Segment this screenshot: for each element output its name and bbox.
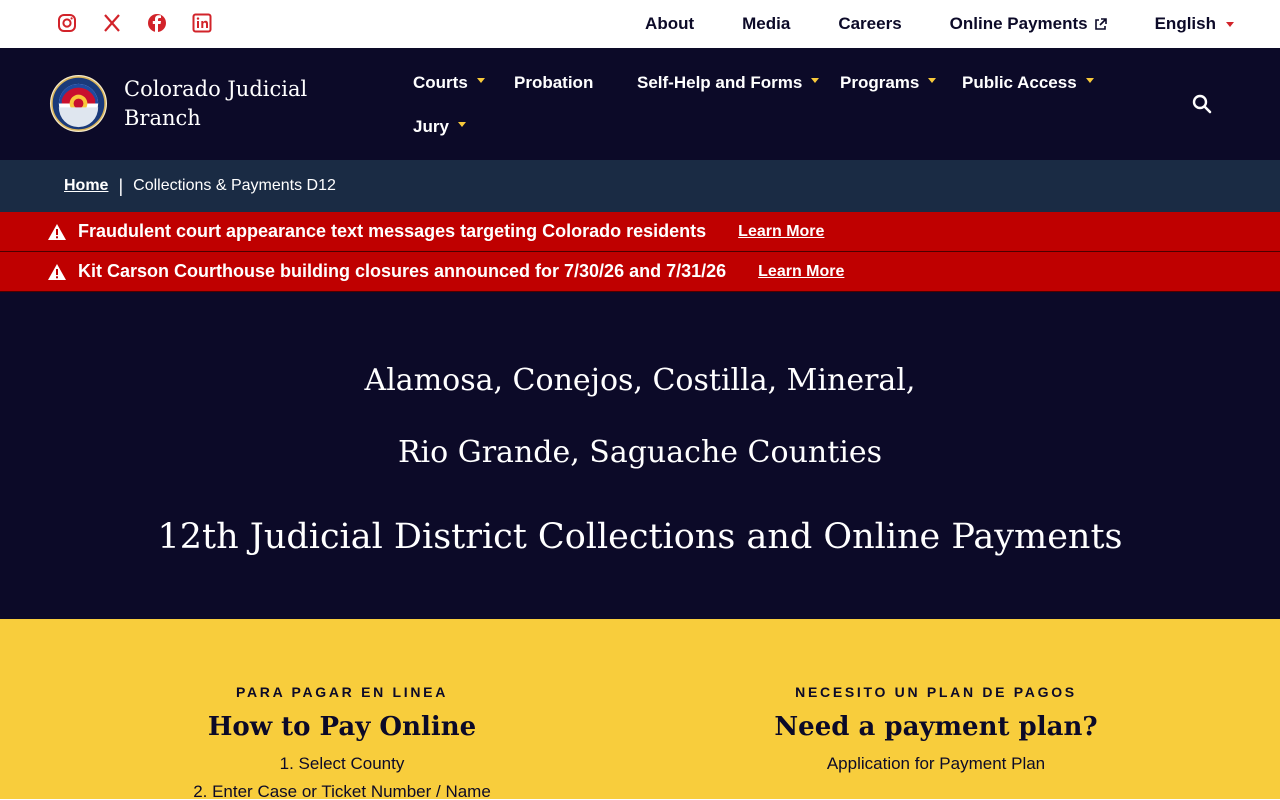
- brand-line2: Branch: [124, 105, 201, 130]
- alert-learn-more-link[interactable]: Learn More: [758, 263, 844, 281]
- nav-programs-label: Programs: [840, 73, 920, 92]
- pay-online-heading: How to Pay Online: [207, 712, 477, 742]
- x-icon[interactable]: [102, 13, 122, 33]
- chevron-down-icon: [811, 77, 820, 83]
- pay-online-column: PARA PAGAR EN LINEA How to Pay Online 1.…: [132, 684, 552, 800]
- brand-name: Colorado Judicial Branch: [124, 75, 324, 133]
- nav-jury-label: Jury: [413, 117, 449, 136]
- counties-line-2: Rio Grande, Saguache Counties: [397, 435, 883, 470]
- chevron-down-icon: [928, 77, 937, 83]
- breadcrumb-separator: |: [118, 175, 124, 196]
- payment-info-section: PARA PAGAR EN LINEA How to Pay Online 1.…: [0, 619, 1280, 800]
- nav-item-probation[interactable]: Probation: [514, 73, 593, 93]
- nav-item-public-access[interactable]: Public Access: [962, 73, 1094, 93]
- step-item: 2. Enter Case or Ticket Number / Name: [193, 782, 491, 800]
- language-select[interactable]: English: [1155, 14, 1234, 34]
- about-link[interactable]: About: [645, 14, 694, 34]
- step-item: 1. Select County: [279, 754, 405, 773]
- instagram-icon[interactable]: [57, 13, 77, 33]
- nav-item-programs[interactable]: Programs: [840, 73, 937, 93]
- warning-icon: [48, 223, 66, 240]
- alert-banner: Kit Carson Courthouse building closures …: [0, 252, 1280, 292]
- payment-plan-column: NECESITO UN PLAN DE PAGOS Need a payment…: [726, 684, 1146, 776]
- chevron-down-icon: [1085, 77, 1094, 83]
- nav-item-courts[interactable]: Courts: [413, 73, 485, 93]
- counties-line-1: Alamosa, Conejos, Costilla, Mineral,: [364, 363, 916, 398]
- facebook-icon[interactable]: [147, 13, 167, 33]
- careers-link[interactable]: Careers: [838, 14, 901, 34]
- media-link[interactable]: Media: [742, 14, 790, 34]
- about-label: About: [645, 14, 695, 33]
- brand-line1: Colorado Judicial: [124, 76, 308, 101]
- external-link-icon: [1094, 17, 1107, 30]
- alert-learn-more-link[interactable]: Learn More: [738, 223, 824, 241]
- chevron-down-icon: [476, 77, 485, 83]
- media-label: Media: [742, 14, 791, 33]
- careers-label: Careers: [838, 14, 902, 33]
- nav-public-access-label: Public Access: [962, 73, 1077, 92]
- chevron-down-icon: [457, 121, 466, 127]
- social-links: [57, 13, 212, 33]
- utility-bar: About Media Careers Online Payments Engl…: [0, 0, 1280, 48]
- hero-section: Alamosa, Conejos, Costilla, Mineral, Rio…: [0, 292, 1280, 619]
- utility-nav: About Media Careers Online Payments Engl…: [645, 0, 1234, 48]
- page-title: 12th Judicial District Collections and O…: [157, 517, 1123, 557]
- payment-plan-eyebrow: NECESITO UN PLAN DE PAGOS: [795, 684, 1077, 700]
- nav-courts-label: Courts: [413, 73, 468, 92]
- breadcrumb-current: Collections & Payments D12: [133, 177, 336, 194]
- chevron-down-icon: [1226, 21, 1234, 27]
- alert-message: Kit Carson Courthouse building closures …: [78, 261, 727, 281]
- alert-message: Fraudulent court appearance text message…: [78, 221, 707, 241]
- main-header: Colorado Judicial Branch Courts Probatio…: [0, 48, 1280, 160]
- linkedin-icon[interactable]: [192, 13, 212, 33]
- warning-icon: [48, 263, 66, 280]
- payment-plan-application-link[interactable]: Application for Payment Plan: [726, 752, 1146, 776]
- nav-item-self-help[interactable]: Self-Help and Forms: [637, 73, 820, 93]
- language-label: English: [1154, 14, 1216, 33]
- nav-self-help-label: Self-Help and Forms: [637, 73, 803, 92]
- online-payments-label: Online Payments: [949, 14, 1088, 33]
- nav-probation-label: Probation: [514, 73, 594, 92]
- nav-item-jury[interactable]: Jury: [413, 117, 466, 137]
- brand-logo-link[interactable]: Colorado Judicial Branch: [49, 74, 324, 133]
- breadcrumb-home-link[interactable]: Home: [64, 177, 108, 195]
- search-icon[interactable]: [1190, 92, 1214, 116]
- colorado-courts-seal-icon: [49, 74, 108, 133]
- online-payments-link[interactable]: Online Payments: [950, 14, 1107, 34]
- pay-online-eyebrow: PARA PAGAR EN LINEA: [235, 684, 449, 700]
- payment-plan-heading: Need a payment plan?: [774, 712, 1098, 742]
- alert-banner: Fraudulent court appearance text message…: [0, 212, 1280, 252]
- breadcrumb: Home | Collections & Payments D12: [0, 160, 1280, 212]
